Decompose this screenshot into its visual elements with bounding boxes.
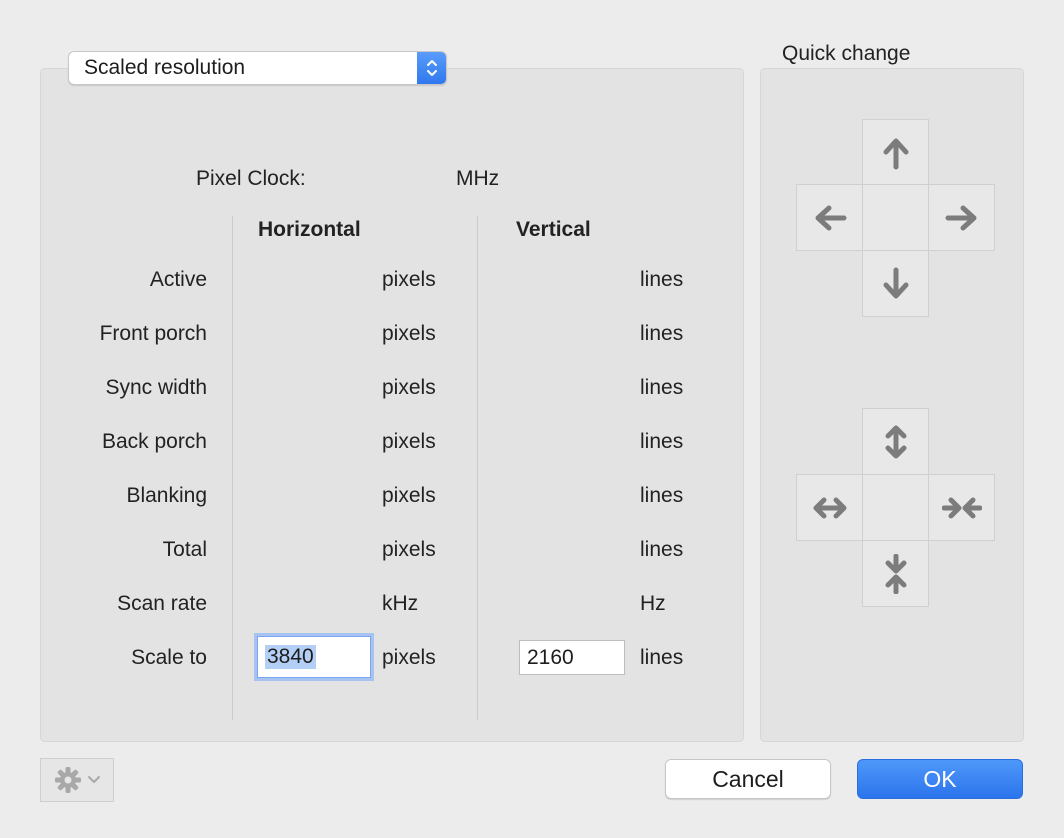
resolution-type-value: Scaled resolution [84,56,246,79]
h-unit-total: pixels [382,538,436,561]
row-label-total: Total [162,538,207,561]
quick-change-title: Quick change [782,42,911,65]
v-unit-front-porch: lines [640,322,684,345]
horizontal-column-header: Horizontal [258,218,361,241]
h-unit-active: pixels [382,268,436,291]
pixel-clock-label: Pixel Clock: [196,167,306,190]
arrow-down-icon [883,267,908,298]
h-unit-front-porch: pixels [382,322,436,345]
popup-stepper-icon [417,52,446,84]
shrink-vertical-button[interactable] [862,540,929,607]
pixel-clock-unit: MHz [456,167,500,190]
move-down-button[interactable] [862,250,929,317]
chevron-down-icon [88,776,100,783]
v-unit-active: lines [640,268,684,291]
row-label-scan-rate: Scan rate [117,592,207,615]
v-unit-scale-to: lines [640,646,684,669]
row-label-scale-to: Scale to [131,646,207,669]
cancel-button[interactable]: Cancel [665,759,831,799]
position-center-cell [862,184,929,251]
expand-vertical-icon [885,425,906,458]
move-right-button[interactable] [928,184,995,251]
horizontal-column-divider [232,216,233,720]
vertical-column-divider [477,216,478,720]
timing-group-box [40,68,744,742]
row-label-front-porch: Front porch [99,322,207,345]
vertical-column-header: Vertical [516,218,591,241]
row-label-active: Active [149,268,207,291]
h-unit-blanking: pixels [382,484,436,507]
v-unit-scan-rate: Hz [640,592,666,615]
expand-horizontal-icon [813,497,846,518]
scale-to-vertical-field[interactable]: 2160 [519,640,625,675]
size-center-cell [862,474,929,541]
shrink-horizontal-button[interactable] [928,474,995,541]
move-up-button[interactable] [862,119,929,186]
row-label-sync-width: Sync width [105,376,207,399]
gear-icon [55,767,81,793]
arrow-left-icon [815,205,846,230]
resolution-type-popup[interactable]: Scaled resolution [68,51,447,85]
expand-horizontal-button[interactable] [796,474,863,541]
h-unit-scan-rate: kHz [382,592,419,615]
row-label-back-porch: Back porch [101,430,207,453]
action-menu-button[interactable] [40,758,114,802]
shrink-vertical-icon [885,553,906,594]
scale-to-vertical-value: 2160 [527,645,574,669]
h-unit-back-porch: pixels [382,430,436,453]
move-left-button[interactable] [796,184,863,251]
h-unit-sync-width: pixels [382,376,436,399]
scale-to-horizontal-field[interactable]: 3840 [257,636,371,678]
arrow-up-icon [883,138,908,169]
arrow-right-icon [945,205,976,230]
v-unit-blanking: lines [640,484,684,507]
v-unit-sync-width: lines [640,376,684,399]
expand-vertical-button[interactable] [862,408,929,475]
ok-button[interactable]: OK [857,759,1023,799]
row-label-blanking: Blanking [126,484,207,507]
shrink-horizontal-icon [941,497,982,518]
h-unit-scale-to: pixels [382,646,436,669]
v-unit-back-porch: lines [640,430,684,453]
v-unit-total: lines [640,538,684,561]
scale-to-horizontal-value: 3840 [265,645,316,669]
